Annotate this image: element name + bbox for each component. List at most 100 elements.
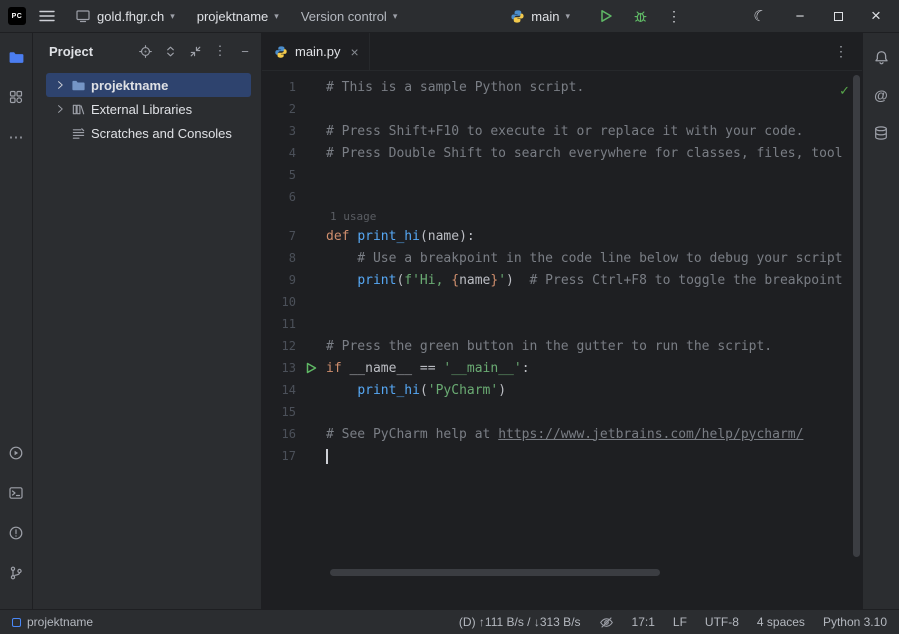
problems-tool-button[interactable]	[2, 519, 30, 547]
highlighting-level-button[interactable]	[599, 615, 614, 630]
line-number[interactable]: 8	[262, 251, 296, 265]
line-number[interactable]: 3	[262, 124, 296, 138]
usage-inlay-hint[interactable]: 1 usage	[262, 208, 862, 225]
interpreter-widget[interactable]: Python 3.10	[823, 615, 887, 629]
version-control-tool-button[interactable]	[2, 559, 30, 587]
maximize-button[interactable]	[823, 3, 853, 29]
status-project-widget[interactable]: projektname	[12, 615, 93, 629]
run-line-icon[interactable]	[306, 362, 317, 374]
line-number[interactable]: 16	[262, 427, 296, 441]
tree-item-label: projektname	[91, 78, 168, 93]
line-number[interactable]: 14	[262, 383, 296, 397]
line-number[interactable]: 17	[262, 449, 296, 463]
tab-options-icon[interactable]: ⋮	[834, 43, 848, 60]
collapse-all-icon[interactable]	[187, 43, 203, 59]
tree-item-label: Scratches and Consoles	[91, 126, 232, 141]
line-number[interactable]: 10	[262, 295, 296, 309]
line-number[interactable]: 2	[262, 102, 296, 116]
more-tool-windows-button[interactable]: ⋯	[2, 123, 30, 151]
tab-close-icon[interactable]: ×	[351, 44, 359, 60]
code-line[interactable]: 2	[262, 98, 862, 120]
panel-options-icon[interactable]: ⋮	[212, 43, 228, 59]
vcs-widget-label: Version control	[301, 9, 387, 24]
main-menu-button[interactable]	[34, 3, 60, 29]
folder-icon	[8, 49, 25, 66]
line-separator-widget[interactable]: LF	[673, 615, 687, 629]
tab-main-py[interactable]: main.py ×	[262, 33, 370, 70]
line-number[interactable]: 12	[262, 339, 296, 353]
more-icon: ⋯	[9, 128, 24, 146]
code-line[interactable]: 7def print_hi(name):	[262, 225, 862, 247]
code-line[interactable]: 5	[262, 164, 862, 186]
code-line[interactable]: 15	[262, 401, 862, 423]
minimize-button[interactable]: −	[785, 3, 815, 29]
structure-tool-button[interactable]	[2, 83, 30, 111]
line-number[interactable]: 9	[262, 273, 296, 287]
tree-item-label: External Libraries	[91, 102, 192, 117]
code-line[interactable]: 16# See PyCharm help at https://www.jetb…	[262, 423, 862, 445]
caret-position-widget[interactable]: 17:1	[632, 615, 655, 629]
code-line[interactable]: 8 # Use a breakpoint in the code line be…	[262, 247, 862, 269]
editor-area: main.py × ⋮ 1# This is a sample Python s…	[262, 33, 862, 609]
line-number[interactable]: 7	[262, 229, 296, 243]
inspections-ok-icon[interactable]: ✓	[839, 83, 850, 99]
database-icon	[873, 125, 889, 141]
project-widget[interactable]: projektname ▾	[190, 6, 286, 27]
code-line[interactable]: 14 print_hi('PyCharm')	[262, 379, 862, 401]
line-number[interactable]: 4	[262, 146, 296, 160]
code-line[interactable]: 9 print(f'Hi, {name}') # Press Ctrl+F8 t…	[262, 269, 862, 291]
eye-slash-icon	[599, 615, 614, 630]
network-stats-widget[interactable]: (D) ↑111 B/s / ↓313 B/s	[459, 615, 581, 629]
tree-item-external-libraries[interactable]: External Libraries	[46, 97, 251, 121]
code-line[interactable]: 1# This is a sample Python script.	[262, 76, 862, 98]
horizontal-scrollbar[interactable]	[330, 569, 660, 576]
encoding-widget[interactable]: UTF-8	[705, 615, 739, 629]
hide-toolbar-button[interactable]: ☾	[747, 3, 773, 29]
terminal-icon	[8, 485, 24, 501]
vertical-scrollbar[interactable]	[853, 75, 860, 557]
indent-widget[interactable]: 4 spaces	[757, 615, 805, 629]
chevron-right-icon[interactable]	[52, 103, 68, 115]
notifications-button[interactable]	[867, 43, 895, 71]
branch-label: main	[531, 9, 559, 24]
remote-host-widget[interactable]: gold.fhgr.ch ▾	[68, 5, 182, 27]
line-number[interactable]: 5	[262, 168, 296, 182]
line-number[interactable]: 1	[262, 80, 296, 94]
run-tool-button[interactable]	[2, 439, 30, 467]
line-number[interactable]: 11	[262, 317, 296, 331]
pycharm-window: PC gold.fhgr.ch ▾ projektname ▾ Version …	[0, 0, 899, 634]
line-number[interactable]: 13	[262, 361, 296, 375]
code-line[interactable]: 3# Press Shift+F10 to execute it or repl…	[262, 120, 862, 142]
tree-item-scratches[interactable]: Scratches and Consoles	[46, 121, 251, 145]
vcs-widget[interactable]: Version control ▾	[294, 6, 405, 27]
more-actions-button[interactable]: ⋮	[661, 3, 687, 29]
terminal-tool-button[interactable]	[2, 479, 30, 507]
database-button[interactable]	[867, 119, 895, 147]
locate-file-icon[interactable]	[137, 43, 153, 59]
line-number[interactable]: 6	[262, 190, 296, 204]
code-lines: 1# This is a sample Python script. 2 3# Pr…	[262, 76, 862, 467]
tab-label: main.py	[295, 44, 341, 59]
expand-selection-icon[interactable]	[162, 43, 178, 59]
project-panel-header: Project ⋮ −	[33, 33, 261, 69]
close-button[interactable]: ×	[861, 3, 891, 29]
code-line[interactable]: 13if __name__ == '__main__':	[262, 357, 862, 379]
line-number[interactable]: 15	[262, 405, 296, 419]
debug-button[interactable]	[627, 3, 653, 29]
ai-assistant-button[interactable]: @	[867, 81, 895, 109]
status-bar: projektname (D) ↑111 B/s / ↓313 B/s 17:1…	[0, 609, 899, 634]
project-tool-button[interactable]	[2, 43, 30, 71]
tree-item-projektname[interactable]: projektname	[46, 73, 251, 97]
code-line[interactable]: 11	[262, 313, 862, 335]
code-line[interactable]: 17	[262, 445, 862, 467]
run-configuration-widget[interactable]: main ▾	[503, 6, 577, 27]
code-editor[interactable]: 1# This is a sample Python script. 2 3# Pr…	[262, 71, 862, 467]
hide-panel-icon[interactable]: −	[237, 43, 253, 59]
run-button[interactable]	[593, 3, 619, 29]
code-line[interactable]: 4# Press Double Shift to search everywhe…	[262, 142, 862, 164]
code-line[interactable]: 12# Press the green button in the gutter…	[262, 335, 862, 357]
chevron-right-icon[interactable]	[52, 79, 68, 91]
code-line[interactable]: 10	[262, 291, 862, 313]
project-panel: Project ⋮ −	[33, 33, 262, 609]
code-line[interactable]: 6	[262, 186, 862, 208]
